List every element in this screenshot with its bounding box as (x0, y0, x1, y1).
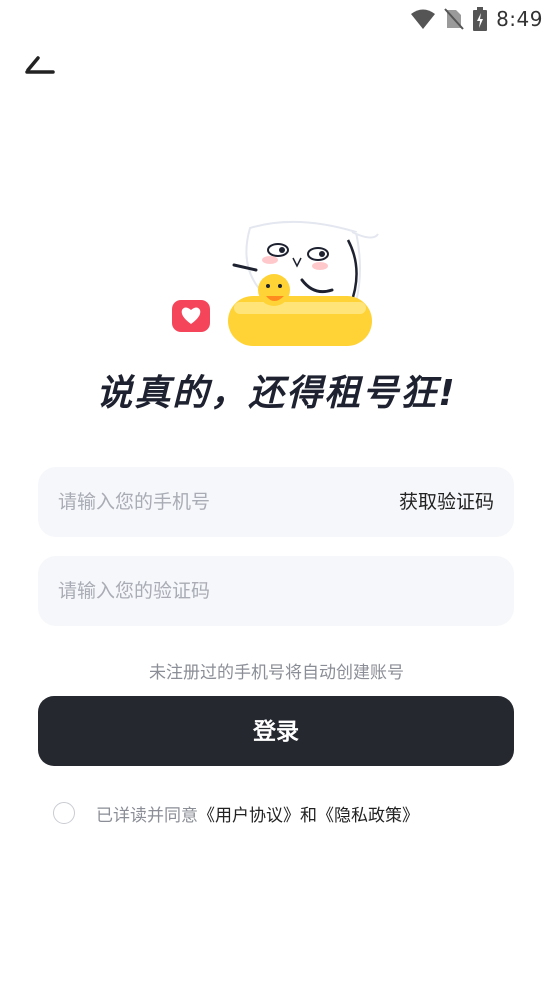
back-button[interactable] (22, 50, 62, 82)
user-agreement-link[interactable]: 《用户协议》 (198, 801, 300, 826)
agreement-checkbox[interactable] (53, 802, 75, 824)
heart-badge-icon (172, 300, 210, 332)
get-code-button[interactable]: 获取验证码 (399, 467, 494, 537)
phone-field[interactable]: 获取验证码 (38, 467, 514, 537)
status-time: 8:49 (496, 7, 543, 31)
verification-code-input[interactable] (58, 556, 488, 626)
auto-register-hint: 未注册过的手机号将自动创建账号 (149, 663, 404, 683)
no-sim-icon (444, 8, 464, 30)
agreement-row: 已详读并同意 《用户协议》 和 《隐私政策》 (53, 799, 419, 827)
agreement-conjunction: 和 (300, 805, 317, 826)
slogan-heading: 说真的，还得租号狂! (96, 373, 457, 414)
agreement-prefix: 已详读并同意 (96, 805, 198, 826)
wifi-icon (411, 9, 436, 29)
status-icons: 8:49 (410, 6, 543, 32)
mascot-illustration (172, 220, 379, 346)
back-arrow-icon (25, 56, 55, 74)
phone-input[interactable] (58, 467, 378, 537)
privacy-policy-link[interactable]: 《隐私政策》 (317, 801, 419, 826)
status-bar: 8:49 (0, 0, 553, 38)
code-field[interactable] (38, 556, 514, 626)
battery-charging-icon (473, 7, 488, 31)
duck-icon (258, 274, 290, 306)
login-button[interactable]: 登录 (38, 696, 514, 766)
swim-ring (228, 296, 372, 346)
